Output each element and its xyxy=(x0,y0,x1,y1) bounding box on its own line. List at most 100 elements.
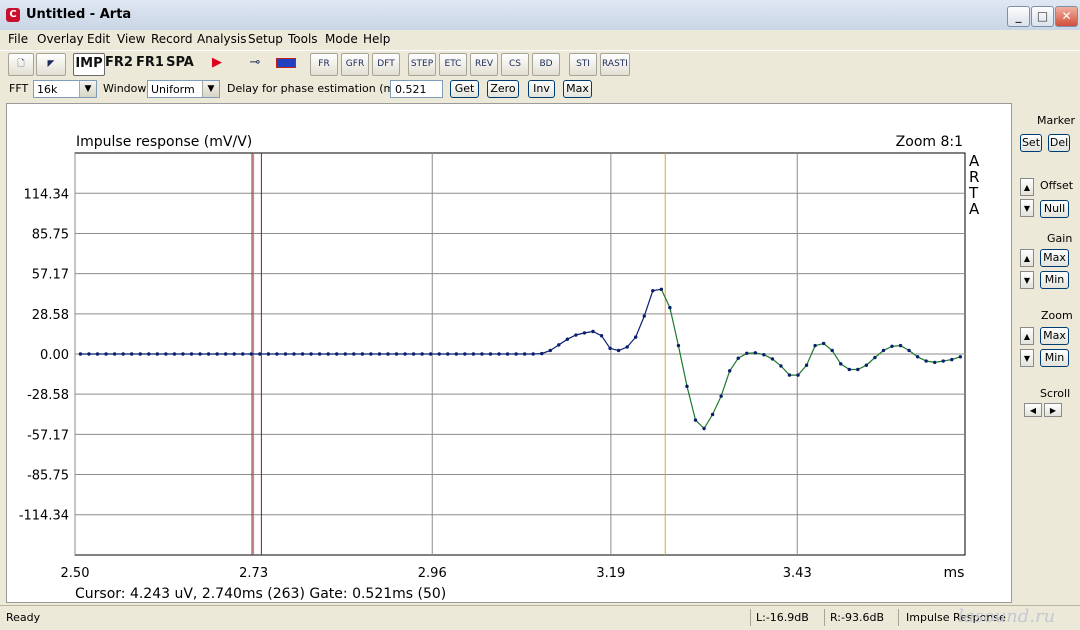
offset-null-button[interactable]: Null xyxy=(1040,200,1069,218)
plot-panel[interactable]: 114.34 85.75 57.17 28.58 0.00 -28.58 -57.17 -85… xyxy=(6,103,1012,603)
chevron-down-icon[interactable]: ▼ xyxy=(202,81,219,97)
gain-label: Gain xyxy=(1047,232,1073,245)
status-divider xyxy=(750,609,751,626)
data-point xyxy=(915,355,920,359)
zoom-min-button[interactable]: Min xyxy=(1040,349,1069,367)
data-point xyxy=(121,352,125,356)
scroll-right-arrow-icon[interactable]: ▶ xyxy=(1044,403,1062,417)
gain-min-button[interactable]: Min xyxy=(1040,271,1069,289)
y-tick-label: 28.58 xyxy=(32,308,69,323)
inv-button[interactable]: Inv xyxy=(528,80,555,98)
tool-etc-button[interactable]: ETC xyxy=(439,53,467,76)
tool-bd-button[interactable]: BD xyxy=(532,53,560,76)
mode-spa-button[interactable]: SPA xyxy=(166,53,194,74)
data-point xyxy=(873,355,877,360)
zero-button[interactable]: Zero xyxy=(487,80,519,98)
tool-dft-button[interactable]: DFT xyxy=(372,53,400,76)
data-point xyxy=(651,289,655,293)
mode-fr2-button[interactable]: FR2 xyxy=(105,53,133,74)
scroll-left-arrow-icon[interactable]: ◀ xyxy=(1024,403,1042,417)
marker-set-button[interactable]: Set xyxy=(1020,134,1042,152)
tool-step-button[interactable]: STEP xyxy=(408,53,436,76)
probe-icon[interactable]: ⊸ xyxy=(242,53,268,74)
data-point xyxy=(181,352,185,356)
data-point xyxy=(488,352,493,356)
new-document-icon[interactable]: 🗋 xyxy=(8,53,34,76)
data-point xyxy=(856,367,860,372)
data-point xyxy=(753,351,758,355)
menu-file[interactable]: File xyxy=(8,32,28,46)
menu-mode[interactable]: Mode xyxy=(325,32,358,46)
data-point xyxy=(864,363,869,367)
chevron-down-icon[interactable]: ▼ xyxy=(79,81,96,97)
tool-rasti-button[interactable]: RASTI xyxy=(600,53,630,76)
data-point xyxy=(702,426,706,431)
data-point xyxy=(642,314,646,318)
menu-overlay[interactable]: Overlay xyxy=(37,32,84,46)
data-point xyxy=(437,352,441,356)
data-point xyxy=(668,305,672,310)
data-point xyxy=(283,352,288,356)
gain-max-button[interactable]: Max xyxy=(1040,249,1069,267)
y-tick-label: -28.58 xyxy=(27,388,69,403)
gain-down-arrow-icon[interactable]: ▼ xyxy=(1020,271,1034,289)
data-point xyxy=(599,334,604,338)
fft-select[interactable]: 16k ▼ xyxy=(33,80,97,98)
menu-help[interactable]: Help xyxy=(363,32,390,46)
tool-fr-button[interactable]: FR xyxy=(310,53,338,76)
zoom-text: Zoom 8:1 xyxy=(896,134,963,150)
menu-setup[interactable]: Setup xyxy=(248,32,283,46)
zoom-down-arrow-icon[interactable]: ▼ xyxy=(1020,349,1034,367)
maximize-button[interactable]: □ xyxy=(1031,6,1054,27)
tool-rev-button[interactable]: REV xyxy=(470,53,498,76)
zoom-max-button[interactable]: Max xyxy=(1040,327,1069,345)
data-point xyxy=(591,329,595,334)
menu-analysis[interactable]: Analysis xyxy=(197,32,246,46)
max-button[interactable]: Max xyxy=(563,80,592,98)
tool-gfr-button[interactable]: GFR xyxy=(341,53,369,76)
window-select-value: Uniform xyxy=(151,83,195,96)
y-tick-label: -114.34 xyxy=(19,509,69,524)
data-point xyxy=(950,357,954,362)
data-point xyxy=(497,352,501,356)
menu-view[interactable]: View xyxy=(117,32,145,46)
data-point xyxy=(685,384,689,389)
data-point xyxy=(796,373,800,377)
generator-icon[interactable] xyxy=(273,53,299,74)
data-point xyxy=(762,353,766,357)
tool-cs-button[interactable]: CS xyxy=(501,53,529,76)
zoom-up-arrow-icon[interactable]: ▲ xyxy=(1020,327,1034,345)
pointer-icon[interactable]: ◤ xyxy=(36,53,66,76)
close-button[interactable]: ✕ xyxy=(1055,6,1078,27)
data-point xyxy=(454,352,459,356)
arta-app-icon[interactable]: C xyxy=(6,8,20,22)
play-icon[interactable]: ▶ xyxy=(206,53,228,74)
marker-label: Marker xyxy=(1037,114,1076,127)
get-button[interactable]: Get xyxy=(450,80,479,98)
x-tick-label: 2.96 xyxy=(418,566,447,581)
y-tick-label: 114.34 xyxy=(24,187,70,202)
data-point xyxy=(745,351,749,355)
menu-tools[interactable]: Tools xyxy=(288,32,318,46)
impulse-response-chart[interactable]: 114.34 85.75 57.17 28.58 0.00 -28.58 -57.17 -85… xyxy=(7,104,1011,602)
window-select[interactable]: Uniform ▼ xyxy=(147,80,220,98)
data-point xyxy=(625,345,629,349)
offset-up-arrow-icon[interactable]: ▲ xyxy=(1020,178,1034,196)
data-point xyxy=(514,352,518,356)
menu-record[interactable]: Record xyxy=(151,32,192,46)
menu-edit[interactable]: Edit xyxy=(87,32,110,46)
gain-up-arrow-icon[interactable]: ▲ xyxy=(1020,249,1034,267)
status-divider xyxy=(824,609,825,626)
mode-fr1-button[interactable]: FR1 xyxy=(136,53,164,74)
delay-input[interactable]: 0.521 xyxy=(390,80,443,98)
mode-imp-button[interactable]: IMP xyxy=(73,53,105,76)
tool-sti-button[interactable]: STI xyxy=(569,53,597,76)
status-bar: Ready L:-16.9dB R:-93.6dB Impulse Respon… xyxy=(0,605,1080,630)
offset-down-arrow-icon[interactable]: ▼ xyxy=(1020,199,1034,217)
data-point xyxy=(317,352,322,356)
marker-del-button[interactable]: Del xyxy=(1048,134,1070,152)
data-point xyxy=(411,352,416,356)
data-point xyxy=(941,359,945,363)
data-point xyxy=(420,352,424,356)
minimize-button[interactable]: _ xyxy=(1007,6,1030,27)
